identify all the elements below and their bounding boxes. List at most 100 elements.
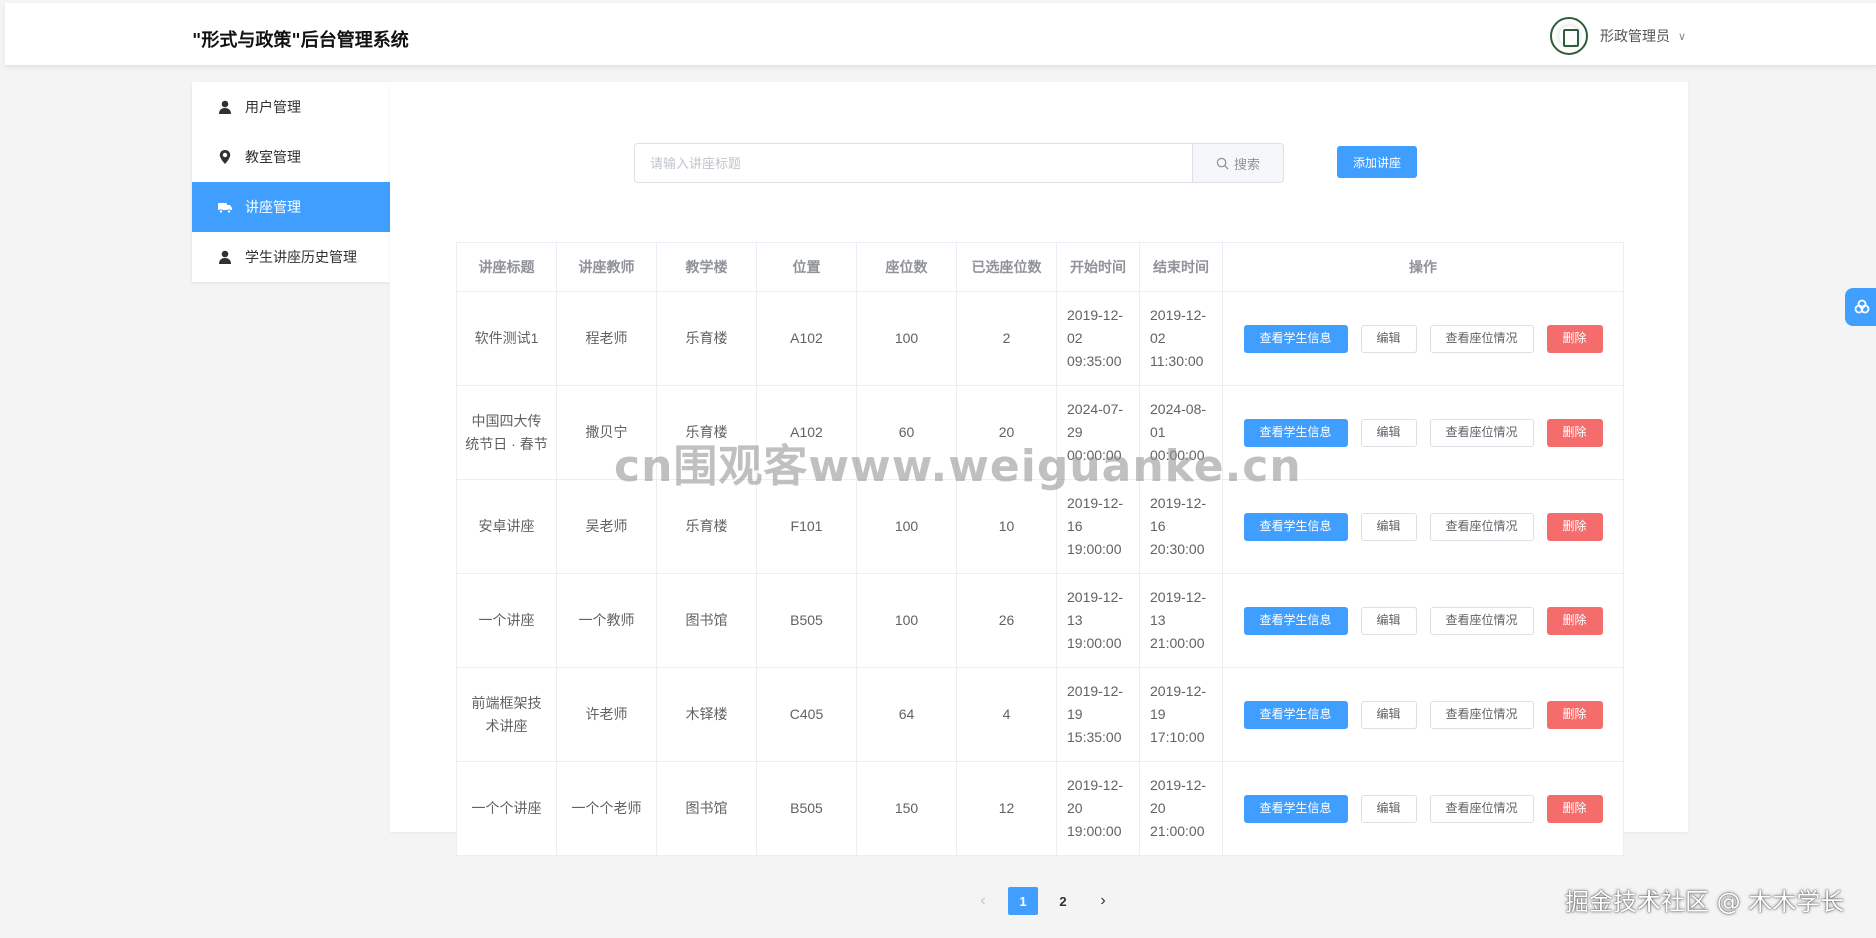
sidebar-item-classrooms[interactable]: 教室管理 [192,132,390,182]
view-seats-button[interactable]: 查看座位情况 [1429,512,1534,541]
view-students-button[interactable]: 查看学生信息 [1243,512,1348,541]
floating-share-button[interactable] [1845,288,1876,326]
cell-building: 图书馆 [656,573,757,668]
user-menu[interactable]: 形政管理员 ∨ [1550,17,1686,55]
column-header: 位置 [756,242,857,292]
cell-teacher: 一个个老师 [556,761,657,856]
sidebar-item-label: 讲座管理 [245,199,301,215]
view-seats-button[interactable]: 查看座位情况 [1429,700,1534,729]
page-number-1[interactable]: 1 [1008,887,1038,915]
cell-actions: 查看学生信息 编辑 查看座位情况 删除 [1222,761,1624,856]
cell-teacher: 许老师 [556,667,657,762]
cell-building: 木铎楼 [656,667,757,762]
view-students-button[interactable]: 查看学生信息 [1243,700,1348,729]
column-header: 开始时间 [1056,242,1140,292]
user-icon [217,249,233,265]
add-lecture-button[interactable]: 添加讲座 [1337,146,1417,178]
page-number-2[interactable]: 2 [1048,887,1078,915]
edit-button[interactable]: 编辑 [1360,794,1417,823]
cell-seats: 60 [856,385,957,480]
delete-button[interactable]: 删除 [1546,418,1603,447]
delete-button[interactable]: 删除 [1546,794,1603,823]
cell-start-time: 2019-12-19 15:35:00 [1056,667,1140,762]
column-header: 讲座标题 [456,242,557,292]
next-page-button[interactable]: › [1088,887,1118,915]
pagination: ‹ 1 2 › [968,887,1118,915]
cell-teacher: 撒贝宁 [556,385,657,480]
cell-actions: 查看学生信息 编辑 查看座位情况 删除 [1222,385,1624,480]
cell-actions: 查看学生信息 编辑 查看座位情况 删除 [1222,479,1624,574]
cell-location: A102 [756,385,857,480]
cell-title: 一个讲座 [456,573,557,668]
cell-seats: 64 [856,667,957,762]
cell-building: 乐育楼 [656,479,757,574]
view-seats-button[interactable]: 查看座位情况 [1429,606,1534,635]
cell-end-time: 2024-08-01 00:00:00 [1139,385,1223,480]
view-seats-button[interactable]: 查看座位情况 [1429,418,1534,447]
cell-title: 中国四大传统节日 · 春节 [456,385,557,480]
prev-page-button[interactable]: ‹ [968,887,998,915]
table-row: 前端框架技术讲座 许老师 木铎楼 C405 64 4 2019-12-19 15… [456,667,1624,762]
sidebar-item-label: 用户管理 [245,99,301,115]
cell-end-time: 2019-12-13 21:00:00 [1139,573,1223,668]
user-icon [217,99,233,115]
cell-actions: 查看学生信息 编辑 查看座位情况 删除 [1222,573,1624,668]
sidebar-item-users[interactable]: 用户管理 [192,82,390,132]
location-icon [217,149,233,165]
sidebar-item-lecture-history[interactable]: 学生讲座历史管理 [192,232,390,282]
edit-button[interactable]: 编辑 [1360,700,1417,729]
cell-teacher: 吴老师 [556,479,657,574]
search-button[interactable]: 搜索 [1192,144,1283,182]
cell-selected: 20 [956,385,1057,480]
cell-seats: 150 [856,761,957,856]
search-icon [1216,157,1229,170]
edit-button[interactable]: 编辑 [1360,512,1417,541]
delete-button[interactable]: 删除 [1546,606,1603,635]
edit-button[interactable]: 编辑 [1360,418,1417,447]
cell-selected: 2 [956,291,1057,386]
chevron-down-icon: ∨ [1678,30,1687,43]
delete-button[interactable]: 删除 [1546,324,1603,353]
avatar [1550,17,1588,55]
view-seats-button[interactable]: 查看座位情况 [1429,794,1534,823]
cell-title: 前端框架技术讲座 [456,667,557,762]
table-row: 一个讲座 一个教师 图书馆 B505 100 26 2019-12-13 19:… [456,573,1624,668]
cell-teacher: 一个教师 [556,573,657,668]
view-students-button[interactable]: 查看学生信息 [1243,794,1348,823]
search-input[interactable] [635,144,1192,182]
cell-building: 乐育楼 [656,385,757,480]
cell-seats: 100 [856,479,957,574]
user-name: 形政管理员 [1600,28,1670,44]
edit-button[interactable]: 编辑 [1360,606,1417,635]
cell-building: 图书馆 [656,761,757,856]
table-row: 软件测试1 程老师 乐育楼 A102 100 2 2019-12-02 09:3… [456,291,1624,386]
app-title: "形式与政策"后台管理系统 [192,30,409,51]
sidebar: 用户管理 教室管理 讲座管理 学生讲座历史管理 [192,82,390,282]
column-header: 操作 [1222,242,1624,292]
column-header: 教学楼 [656,242,757,292]
cell-title: 软件测试1 [456,291,557,386]
view-seats-button[interactable]: 查看座位情况 [1429,324,1534,353]
cell-selected: 4 [956,667,1057,762]
cell-location: B505 [756,573,857,668]
view-students-button[interactable]: 查看学生信息 [1243,418,1348,447]
cell-start-time: 2019-12-20 19:00:00 [1056,761,1140,856]
sidebar-item-label: 学生讲座历史管理 [245,249,357,265]
view-students-button[interactable]: 查看学生信息 [1243,324,1348,353]
search-button-label: 搜索 [1233,156,1260,172]
cell-selected: 26 [956,573,1057,668]
delete-button[interactable]: 删除 [1546,700,1603,729]
cell-seats: 100 [856,291,957,386]
edit-button[interactable]: 编辑 [1360,324,1417,353]
view-students-button[interactable]: 查看学生信息 [1243,606,1348,635]
delete-button[interactable]: 删除 [1546,512,1603,541]
table-row: 一个个讲座 一个个老师 图书馆 B505 150 12 2019-12-20 1… [456,761,1624,856]
cell-teacher: 程老师 [556,291,657,386]
sidebar-item-lectures[interactable]: 讲座管理 [192,182,390,232]
table-header-row: 讲座标题 讲座教师 教学楼 位置 座位数 已选座位数 开始时间 结束时间 操作 [456,242,1624,292]
cell-location: F101 [756,479,857,574]
cloud-icon [1854,299,1870,314]
cell-seats: 100 [856,573,957,668]
cell-end-time: 2019-12-16 20:30:00 [1139,479,1223,574]
table-row: 中国四大传统节日 · 春节 撒贝宁 乐育楼 A102 60 20 2024-07… [456,385,1624,480]
